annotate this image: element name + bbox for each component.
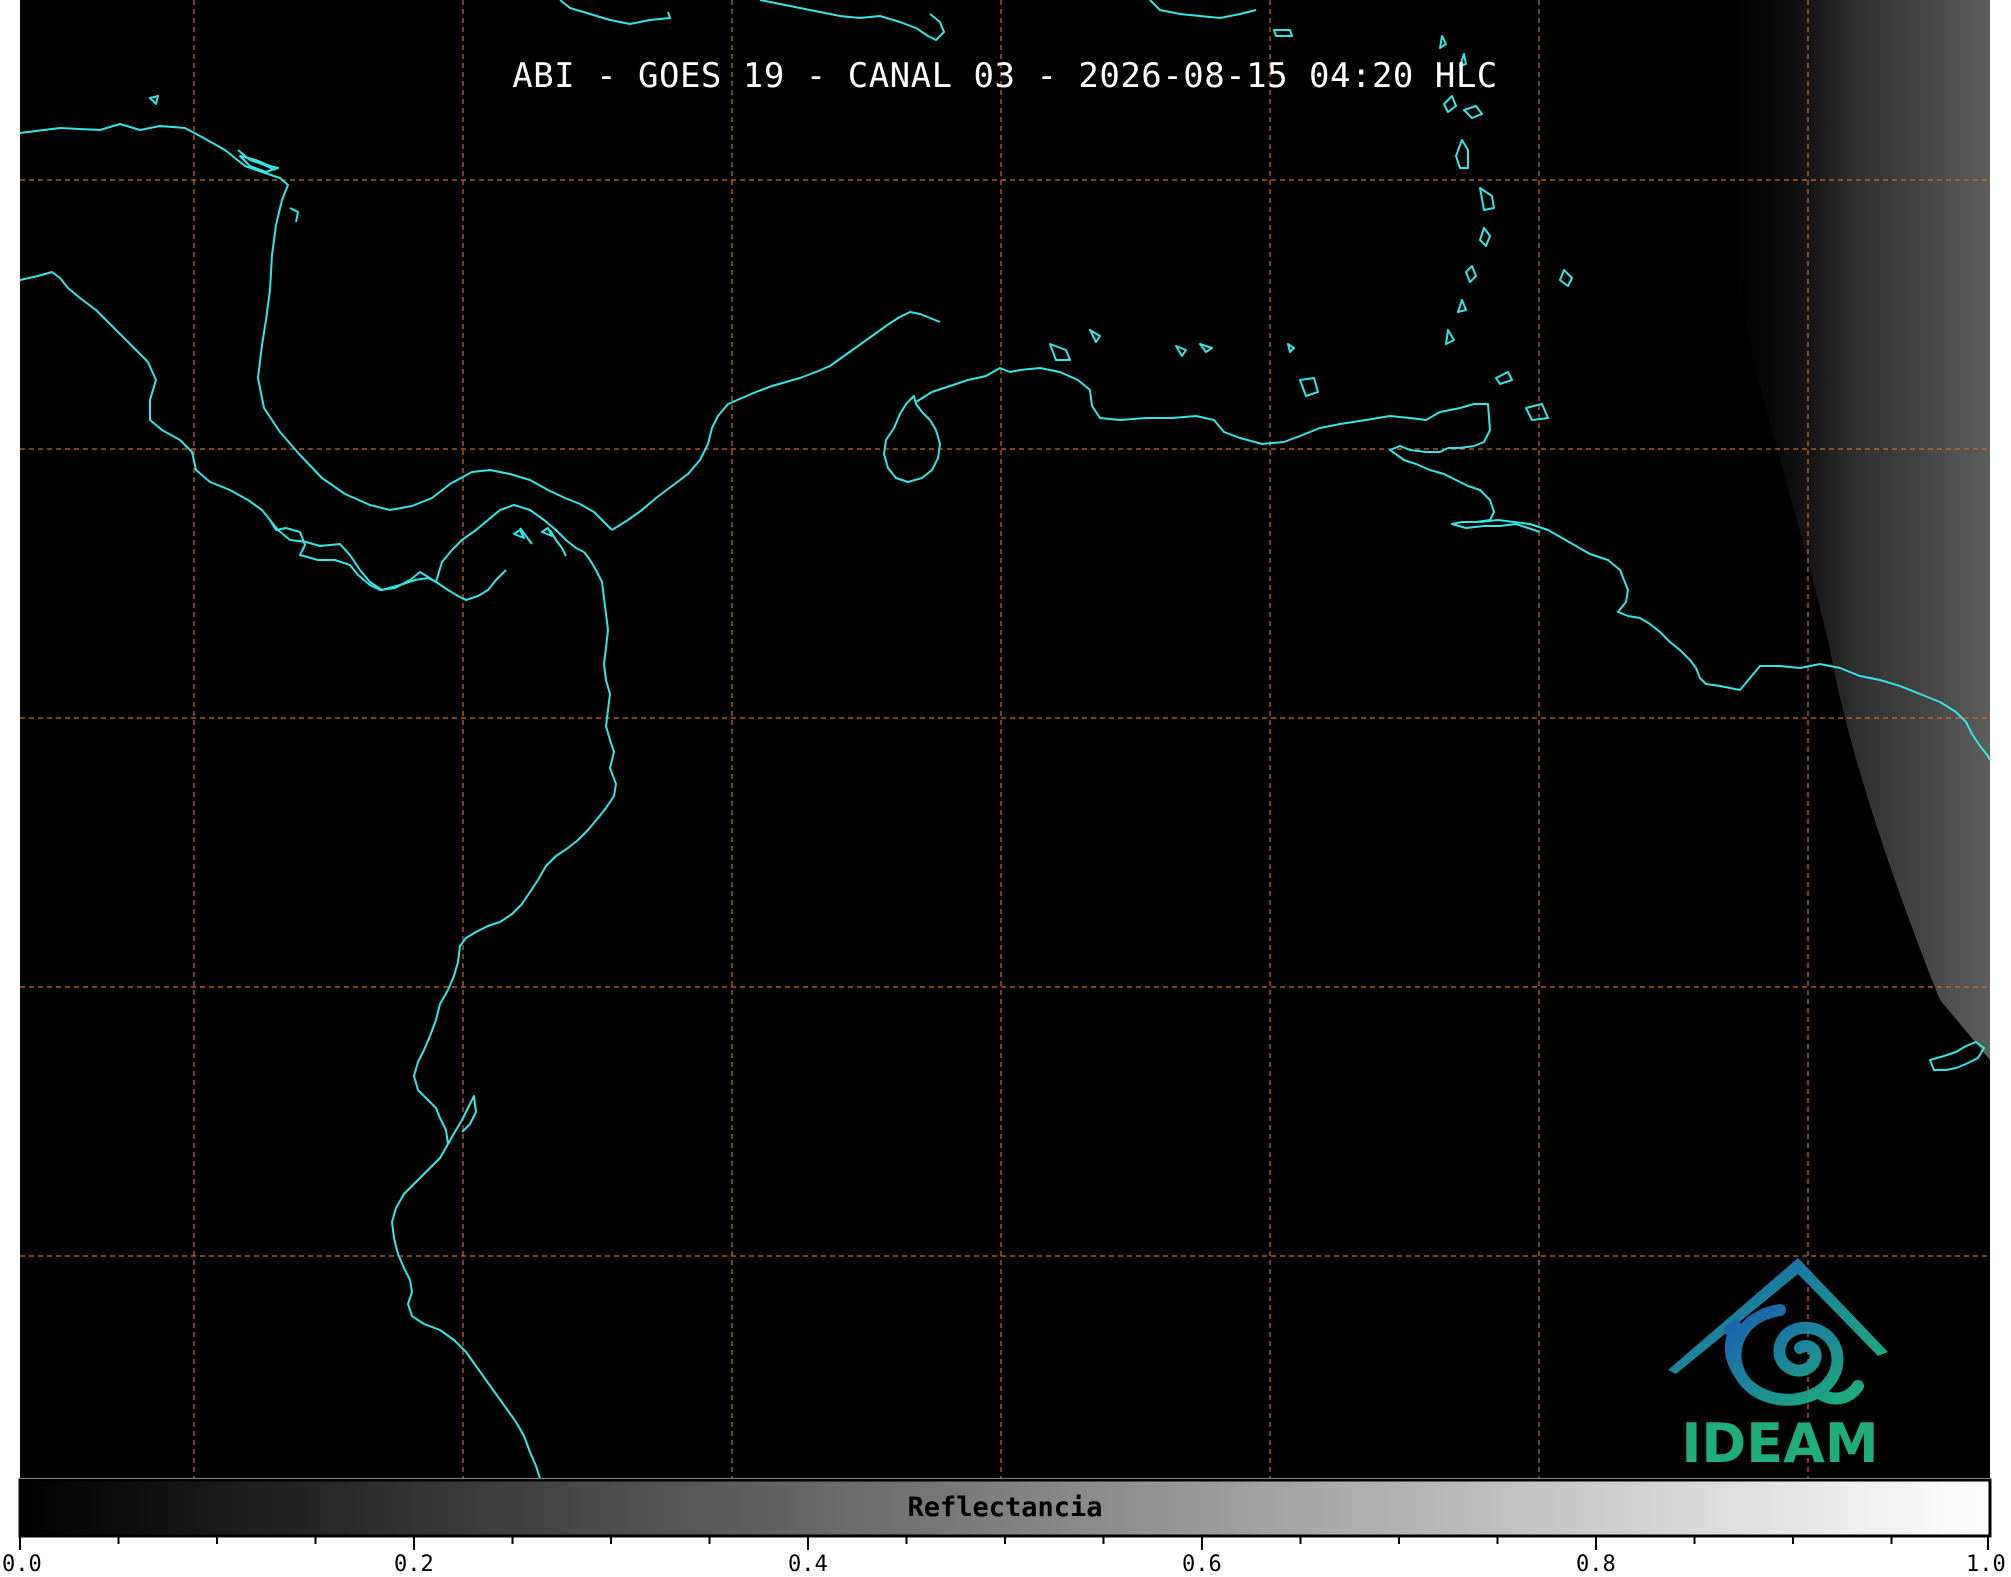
colorbar-tick-label: 0.8: [1576, 1552, 1616, 1577]
colorbar-tick-label: 0.4: [788, 1552, 828, 1577]
colorbar-ticks: [19, 1536, 1989, 1550]
colorbar-tick-label: 0.6: [1182, 1552, 1222, 1577]
ideam-logo-text: IDEAM: [1681, 1412, 1879, 1475]
colorbar-tick-label: 0.0: [2, 1552, 42, 1577]
satellite-image-figure: ABI - GOES 19 - CANAL 03 - 2026-08-15 04…: [0, 0, 2011, 1577]
colorbar-label: Reflectancia: [907, 1492, 1103, 1523]
colorbar-tick-label: 0.2: [394, 1552, 434, 1577]
map-canvas: [18, 0, 1992, 1550]
colorbar-tick-label: 1.0: [1966, 1552, 2006, 1577]
map-title: ABI - GOES 19 - CANAL 03 - 2026-08-15 04…: [512, 56, 1498, 96]
